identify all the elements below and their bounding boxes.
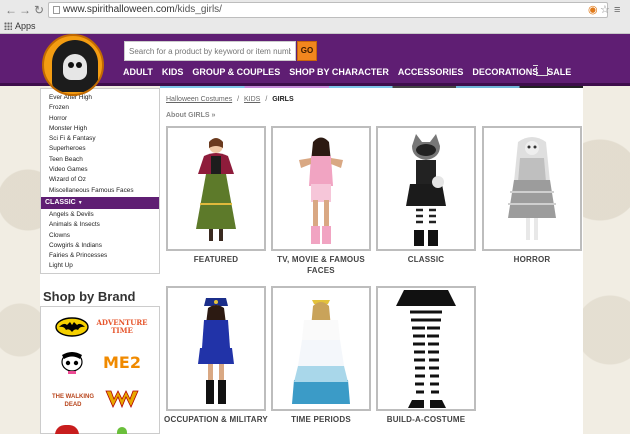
about-girls-link[interactable]: About GIRLS » (166, 112, 215, 119)
url-domain: www.spirithalloween.com (63, 4, 175, 15)
category-list: Ever After High Frozen Horror Monster Hi… (40, 88, 160, 274)
nav-decorations[interactable]: DECORATIONS (472, 66, 538, 78)
apps-label: Apps (15, 21, 36, 31)
category-card-occupation[interactable] (166, 286, 266, 411)
sidebar-item-fairies-princesses[interactable]: Fairies & Princesses (41, 251, 159, 261)
category-card-build-a-costume[interactable] (376, 286, 476, 411)
nav-sale[interactable]: SALE (547, 66, 571, 78)
page-icon (53, 6, 60, 14)
category-label-build-a-costume[interactable]: BUILD-A-COSTUME (374, 414, 478, 425)
extension-icon[interactable]: ◉ (588, 3, 598, 17)
sidebar-item-misc-famous-faces[interactable]: Miscellaneous Famous Faces (41, 186, 159, 196)
nav-accessories[interactable]: ACCESSORIES (398, 66, 464, 78)
breadcrumb: Halloween Costumes / KIDS / GIRLS (166, 96, 294, 103)
wonder-woman-icon (105, 390, 139, 409)
category-label-horror[interactable]: HORROR (480, 254, 584, 265)
category-label-time-periods[interactable]: TIME PERIODS (269, 414, 373, 425)
sidebar-item-angels-devils[interactable]: Angels & Devils (41, 210, 159, 220)
forward-arrow-icon[interactable]: → (18, 3, 32, 17)
featured-costume-image (196, 138, 236, 241)
nav-group-couples[interactable]: GROUP & COUPLES (192, 66, 280, 78)
sidebar-item-wizard-of-oz[interactable]: Wizard of Oz (41, 175, 159, 185)
bookmarks-apps[interactable]: Apps (4, 20, 36, 32)
nav-adult[interactable]: ADULT (123, 66, 153, 78)
brand-walking-dead-logo[interactable]: THE WALKING DEAD (51, 389, 95, 413)
category-label-featured[interactable]: FEATURED (164, 254, 268, 265)
category-card-tv-movie[interactable] (271, 126, 371, 251)
sidebar-item-animals-insects[interactable]: Animals & Insects (41, 220, 159, 230)
classic-costume-image (406, 134, 446, 246)
main-nav: ADULT KIDS GROUP & COUPLES SHOP BY CHARA… (123, 66, 580, 78)
brand-batman-logo[interactable] (53, 315, 91, 339)
skull-eye-left (68, 62, 74, 68)
browser-toolbar: ← → ↻ www.spirithalloween.com/kids_girls… (0, 0, 630, 34)
brand-logo-clipped-2[interactable] (117, 427, 127, 434)
sidebar-item-frozen[interactable]: Frozen (41, 103, 159, 113)
horror-costume-image (508, 137, 556, 240)
brand-me2-logo[interactable]: ME2 (103, 351, 141, 375)
sidebar-item-superheroes[interactable]: Superheroes (41, 144, 159, 154)
menu-icon[interactable]: ≡ (614, 3, 620, 17)
sidebar-section-classic[interactable]: CLASSIC ▼ (41, 196, 159, 209)
breadcrumb-kids[interactable]: KIDS (244, 96, 260, 103)
bookmark-star-icon[interactable]: ☆ (600, 3, 610, 17)
category-card-featured[interactable] (166, 126, 266, 251)
cart-icon[interactable] (533, 65, 548, 76)
category-label-classic[interactable]: CLASSIC (374, 254, 478, 265)
breadcrumb-separator: / (265, 96, 268, 103)
reaper-skull (63, 54, 87, 80)
nav-kids[interactable]: KIDS (162, 66, 184, 78)
monster-high-skull-icon (61, 352, 83, 374)
breadcrumb-separator: / (237, 96, 240, 103)
category-label-occupation[interactable]: OCCUPATION & MILITARY (164, 414, 268, 425)
batman-icon (55, 317, 89, 337)
category-card-time-periods[interactable] (271, 286, 371, 411)
tv-movie-costume-image (299, 137, 343, 244)
search-input[interactable] (124, 41, 296, 61)
brand-logo-clipped-1[interactable] (55, 425, 79, 434)
brand-monster-high-logo[interactable] (53, 351, 91, 375)
category-card-classic[interactable] (376, 126, 476, 251)
reload-icon[interactable]: ↻ (32, 3, 46, 17)
url-path: /kids_girls/ (174, 4, 222, 15)
time-periods-costume-image (292, 300, 350, 404)
breadcrumb-home[interactable]: Halloween Costumes (166, 96, 232, 103)
brand-wonder-woman-logo[interactable] (103, 387, 141, 411)
sidebar-item-cowgirls-indians[interactable]: Cowgirls & Indians (41, 241, 159, 251)
sidebar-item-monster-high[interactable]: Monster High (41, 124, 159, 134)
caret-down-icon: ▼ (77, 199, 83, 206)
nav-shop-by-character[interactable]: SHOP BY CHARACTER (289, 66, 389, 78)
occupation-costume-image (198, 298, 234, 404)
build-a-costume-image (396, 290, 456, 408)
sidebar-item-horror[interactable]: Horror (41, 114, 159, 124)
classic-label: CLASSIC (45, 198, 76, 206)
apps-grid-icon (4, 22, 12, 30)
back-arrow-icon[interactable]: ← (4, 3, 18, 17)
shop-by-brand-title: Shop by Brand (43, 289, 136, 304)
sidebar-item-video-games[interactable]: Video Games (41, 165, 159, 175)
sidebar-item-clowns[interactable]: Clowns (41, 231, 159, 241)
sidebar-item-sci-fi[interactable]: Sci Fi & Fantasy (41, 134, 159, 144)
brand-logo-grid: ADVENTURE TIME ME2 THE WALKING DEAD (40, 306, 160, 434)
breadcrumb-current: GIRLS (272, 96, 294, 103)
brand-adventure-time-logo[interactable]: ADVENTURE TIME (97, 315, 148, 339)
category-card-horror[interactable] (482, 126, 582, 251)
sidebar-item-light-up[interactable]: Light Up (41, 261, 159, 271)
sidebar-item-ever-after-high[interactable]: Ever After High (41, 93, 159, 103)
category-label-tv-movie[interactable]: TV, MOVIE & FAMOUS FACES (269, 254, 373, 276)
address-bar[interactable]: www.spirithalloween.com/kids_girls/ (48, 2, 608, 18)
skull-eye-right (76, 62, 82, 68)
spirit-halloween-logo[interactable] (42, 34, 104, 96)
sidebar-item-teen-beach[interactable]: Teen Beach (41, 155, 159, 165)
search-go-button[interactable]: GO (297, 41, 317, 61)
